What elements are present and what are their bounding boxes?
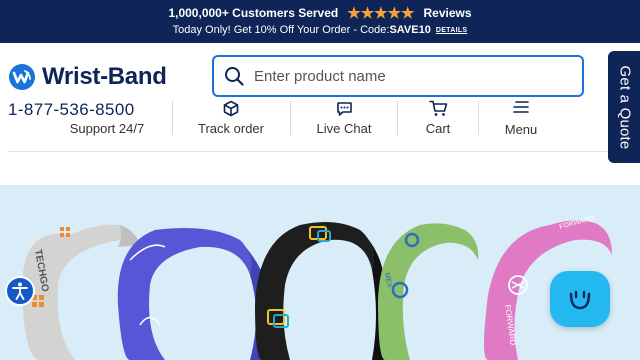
nav-track-order[interactable]: Track order <box>190 100 272 136</box>
accessibility-button[interactable] <box>5 276 35 306</box>
rating-stars: ★ ★ ★ ★ ★ <box>347 6 414 21</box>
nav-chat-label: Live Chat <box>316 121 372 136</box>
search-input[interactable] <box>254 67 554 85</box>
nav-divider <box>397 101 398 135</box>
quote-tab-label: Get a Quote <box>616 65 634 149</box>
logo-mark-icon <box>9 64 35 90</box>
nav-cart[interactable]: Cart <box>410 100 466 136</box>
header-divider <box>8 151 608 152</box>
accessibility-icon <box>12 282 28 300</box>
green-wristband: MEX <box>378 223 479 360</box>
hero-banner: TECHGO MEX FORWARD FORWARD <box>0 185 640 360</box>
brand-logo[interactable]: Wrist-Band <box>8 61 167 93</box>
promo-banner: 1,000,000+ Customers Served ★ ★ ★ ★ ★ Re… <box>0 0 640 43</box>
search-icon[interactable] <box>224 66 244 86</box>
promo-code: SAVE10 <box>389 24 431 36</box>
star-icon: ★ <box>401 4 415 22</box>
wristbands-image: TECHGO MEX FORWARD FORWARD <box>21 215 612 360</box>
brand-name: Wrist-Band <box>42 63 167 90</box>
nav-divider <box>172 101 173 135</box>
cart-icon <box>428 100 448 117</box>
star-icon: ★ <box>347 4 361 22</box>
promo-line-offer: Today Only! Get 10% Off Your Order - Cod… <box>0 23 640 37</box>
nav-cart-label: Cart <box>425 121 451 136</box>
search-box[interactable] <box>212 55 584 97</box>
nav-live-chat[interactable]: Live Chat <box>308 100 380 136</box>
blue-wristband <box>117 227 269 360</box>
nav-menu[interactable]: Menu <box>494 97 548 137</box>
nav-menu-label: Menu <box>504 122 538 137</box>
nav-divider <box>290 101 291 135</box>
box-icon <box>223 100 239 117</box>
nav-divider <box>478 101 479 135</box>
reviews-link[interactable]: Reviews <box>424 6 472 20</box>
star-icon: ★ <box>387 4 402 22</box>
chat-icon <box>336 100 353 117</box>
details-link[interactable]: DETAILS <box>436 27 468 34</box>
customers-served-text: 1,000,000+ Customers Served <box>168 6 339 20</box>
nav-track-label: Track order <box>198 121 264 136</box>
get-a-quote-tab[interactable]: Get a Quote <box>608 51 640 163</box>
smiley-chat-icon <box>569 290 591 310</box>
offer-text: Today Only! Get 10% Off Your Order - Cod… <box>172 24 390 36</box>
site-header: Wrist-Band 1-877-536-8500 Support 24/7 T… <box>0 43 640 185</box>
hamburger-icon <box>513 98 529 116</box>
black-wristband <box>255 221 388 360</box>
star-icon: ★ <box>360 4 375 22</box>
promo-line-customers: 1,000,000+ Customers Served ★ ★ ★ ★ ★ Re… <box>0 5 640 21</box>
nav-support-label: Support 24/7 <box>69 121 145 136</box>
nav-support[interactable]: Support 24/7 <box>64 100 150 136</box>
chat-widget-button[interactable] <box>550 271 610 327</box>
star-icon: ★ <box>374 4 388 22</box>
